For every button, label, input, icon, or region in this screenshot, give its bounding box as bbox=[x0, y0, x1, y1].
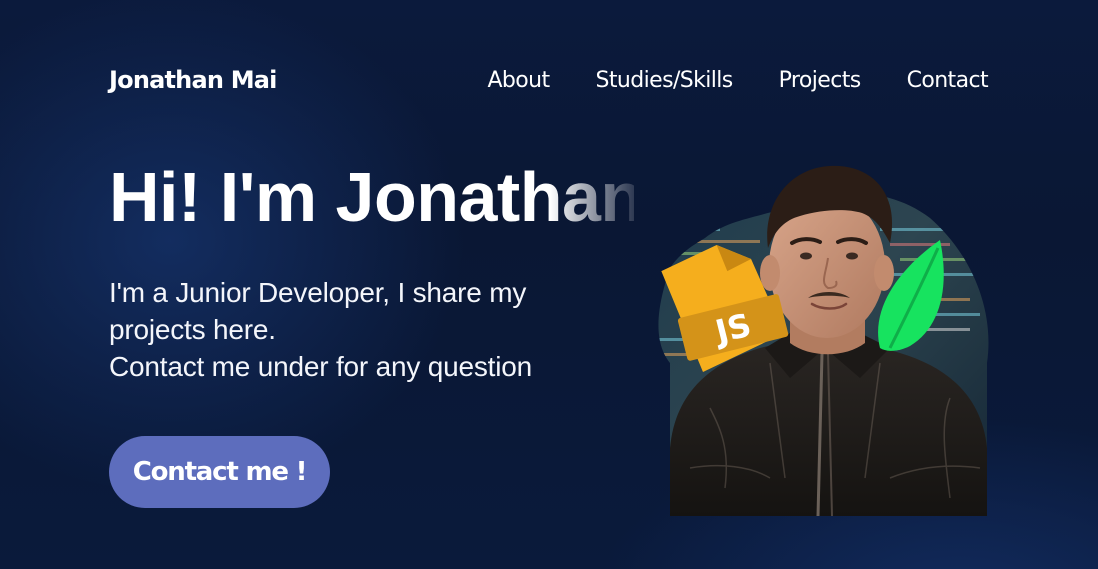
hero-description-line: I'm a Junior Developer, I share my bbox=[109, 277, 527, 308]
hero-title: Hi! I'm Jonathan bbox=[109, 158, 634, 236]
nav-link-projects[interactable]: Projects bbox=[779, 68, 862, 93]
profile-photo: JS bbox=[658, 165, 989, 517]
nav-links: About Studies/Skills Projects Contact bbox=[441, 63, 988, 97]
hero-description-line: projects here. bbox=[109, 314, 276, 345]
nav-link-about[interactable]: About bbox=[487, 68, 550, 93]
profile-illustration: JS bbox=[650, 148, 995, 518]
navbar: Jonathan Mai About Studies/Skills Projec… bbox=[0, 0, 1098, 160]
nav-link-studies-skills[interactable]: Studies/Skills bbox=[596, 68, 734, 93]
hero-description: I'm a Junior Developer, I share my proje… bbox=[109, 274, 589, 385]
brand-logo[interactable]: Jonathan Mai bbox=[109, 63, 277, 97]
contact-me-button[interactable]: Contact me ! bbox=[109, 436, 330, 508]
nav-link-contact[interactable]: Contact bbox=[907, 68, 989, 93]
hero-description-line: Contact me under for any question bbox=[109, 351, 532, 382]
